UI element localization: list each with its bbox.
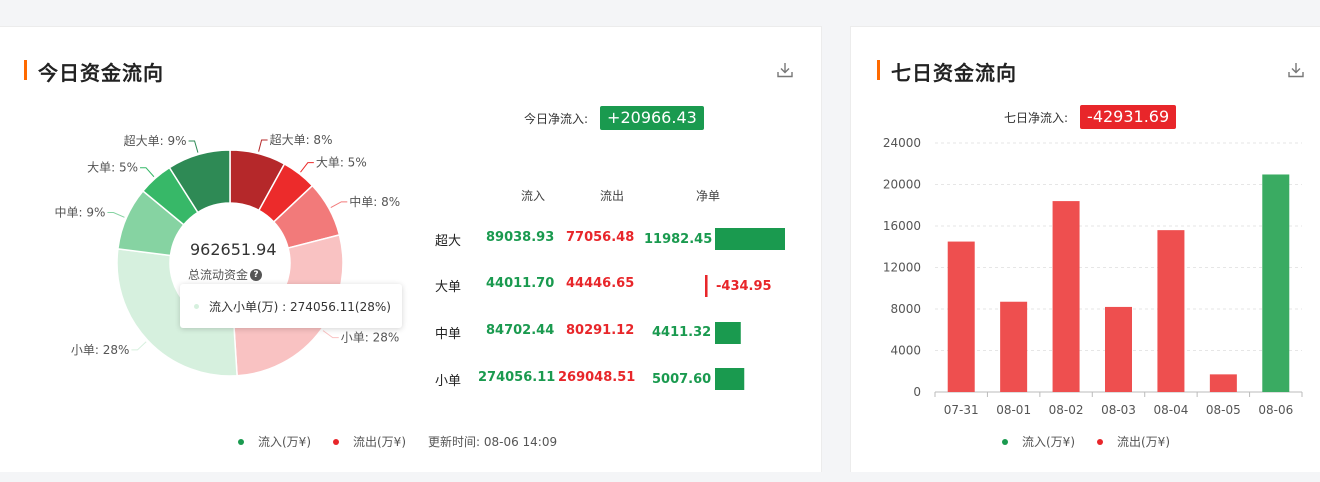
header-net: 净单 (696, 189, 721, 203)
tooltip-text: 流入小单(万) : 274056.11(28%) (209, 299, 391, 314)
slice-label: 中单: 8% (349, 194, 400, 209)
y-tick-label: 4000 (890, 344, 921, 358)
week-legend: 流入(万¥) 流出(万¥) (1002, 433, 1192, 450)
row-outflow: 80291.12 (566, 323, 635, 338)
day-bar[interactable] (1209, 374, 1237, 392)
y-tick-label: 12000 (883, 261, 921, 275)
row-inflow: 44011.70 (486, 276, 555, 291)
slice-label-line (140, 167, 155, 178)
row-outflow: 77056.48 (566, 230, 635, 245)
total-label: 总流动资金 ? (188, 266, 263, 283)
legend-inflow-text: 流入(万¥) (258, 435, 311, 449)
slice-label-line (107, 212, 125, 218)
row-inflow: 84702.44 (486, 323, 555, 338)
week-net-line: 七日净流入: -42931.69 (1004, 105, 1177, 129)
legend-outflow-text: 流出(万¥) (353, 435, 406, 449)
day-bar[interactable] (1052, 201, 1080, 392)
legend-outflow-text: 流出(万¥) (1117, 435, 1170, 449)
week-net-value: -42931.69 (1080, 105, 1177, 129)
y-tick-label: 0 (913, 385, 921, 399)
today-net-value: +20966.43 (600, 106, 704, 130)
day-bar[interactable] (947, 241, 975, 392)
legend-inflow[interactable]: 流入(万¥) (238, 433, 311, 450)
y-tick-label: 16000 (883, 219, 921, 233)
total-value: 962651.94 (190, 240, 277, 259)
today-net-label: 今日净流入: (524, 111, 589, 126)
today-title: 今日资金流向 (24, 57, 164, 86)
legend-outflow[interactable]: 流出(万¥) (333, 433, 406, 450)
day-bar[interactable] (1262, 174, 1290, 392)
legend-outflow[interactable]: 流出(万¥) (1097, 433, 1170, 450)
legend-outflow-dot (1097, 438, 1103, 445)
day-bar[interactable] (1000, 301, 1028, 392)
slice-label-line (330, 201, 348, 209)
y-tick-label: 8000 (890, 302, 921, 316)
row-label: 小单 (435, 374, 462, 389)
seven-day-bar-chart: 0 4000 8000 12000 16000 20000 24000 07-31 08-01 0… (883, 136, 1303, 417)
legend-inflow-dot (238, 438, 244, 445)
question-circle-icon[interactable]: ? (250, 268, 263, 281)
download-icon[interactable] (776, 61, 794, 79)
slice-label-line (322, 330, 339, 339)
slice-label: 超大单: 9% (124, 133, 187, 148)
week-net-label: 七日净流入: (1004, 110, 1069, 125)
slice-label: 大单: 5% (316, 156, 367, 170)
donut-tooltip: 流入小单(万) : 274056.11(28%) (180, 284, 402, 328)
slice-label-line (131, 341, 147, 351)
slice-label: 中单: 9% (55, 205, 106, 220)
row-inflow: 89038.93 (486, 230, 555, 245)
net-bar (715, 322, 741, 344)
slice-label-line (188, 140, 199, 153)
today-net-line: 今日净流入: +20966.43 (524, 106, 704, 130)
day-bar[interactable] (1105, 306, 1132, 392)
net-bar (705, 275, 708, 297)
x-tick-label: 08-06 (1258, 403, 1293, 417)
x-tick-label: 08-05 (1206, 403, 1241, 417)
total-label-text: 总流动资金 (188, 268, 249, 282)
slice-label-line (300, 162, 314, 173)
download-icon[interactable] (1287, 61, 1305, 79)
x-tick-label: 08-01 (996, 403, 1031, 417)
slice-label: 小单: 28% (71, 343, 130, 357)
row-inflow: 274056.11 (478, 370, 556, 385)
x-tick-label: 08-04 (1153, 403, 1188, 417)
today-legend: 流入(万¥) 流出(万¥) 更新时间: 08-06 14:09 (238, 433, 557, 450)
tooltip-dot-icon (194, 303, 199, 309)
net-bar (715, 228, 785, 250)
slice-label: 小单: 28% (341, 331, 400, 345)
net-bar (715, 368, 745, 390)
header-outflow: 流出 (600, 189, 625, 203)
y-tick-label: 24000 (883, 136, 921, 150)
legend-outflow-dot (333, 438, 339, 445)
x-tick-label: 07-31 (944, 403, 979, 417)
net-bar-chart (705, 228, 785, 390)
row-outflow: 269048.51 (558, 370, 636, 385)
x-tick-label: 08-02 (1049, 403, 1084, 417)
slice-label-line (258, 139, 268, 152)
row-label: 大单 (435, 280, 462, 295)
row-outflow: 44446.65 (566, 276, 635, 291)
slice-label: 超大单: 8% (270, 132, 333, 147)
x-tick-label: 08-03 (1101, 403, 1136, 417)
header-inflow: 流入 (521, 189, 546, 203)
row-label: 超大 (435, 234, 462, 249)
legend-inflow[interactable]: 流入(万¥) (1002, 433, 1075, 450)
update-time: 更新时间: 08-06 14:09 (428, 435, 558, 449)
row-label: 中单 (435, 327, 462, 342)
legend-inflow-text: 流入(万¥) (1022, 435, 1075, 449)
legend-inflow-dot (1002, 438, 1008, 445)
week-title: 七日资金流向 (877, 57, 1017, 86)
day-bar[interactable] (1157, 230, 1185, 392)
slice-label: 大单: 5% (87, 161, 138, 175)
y-tick-label: 20000 (883, 178, 921, 192)
